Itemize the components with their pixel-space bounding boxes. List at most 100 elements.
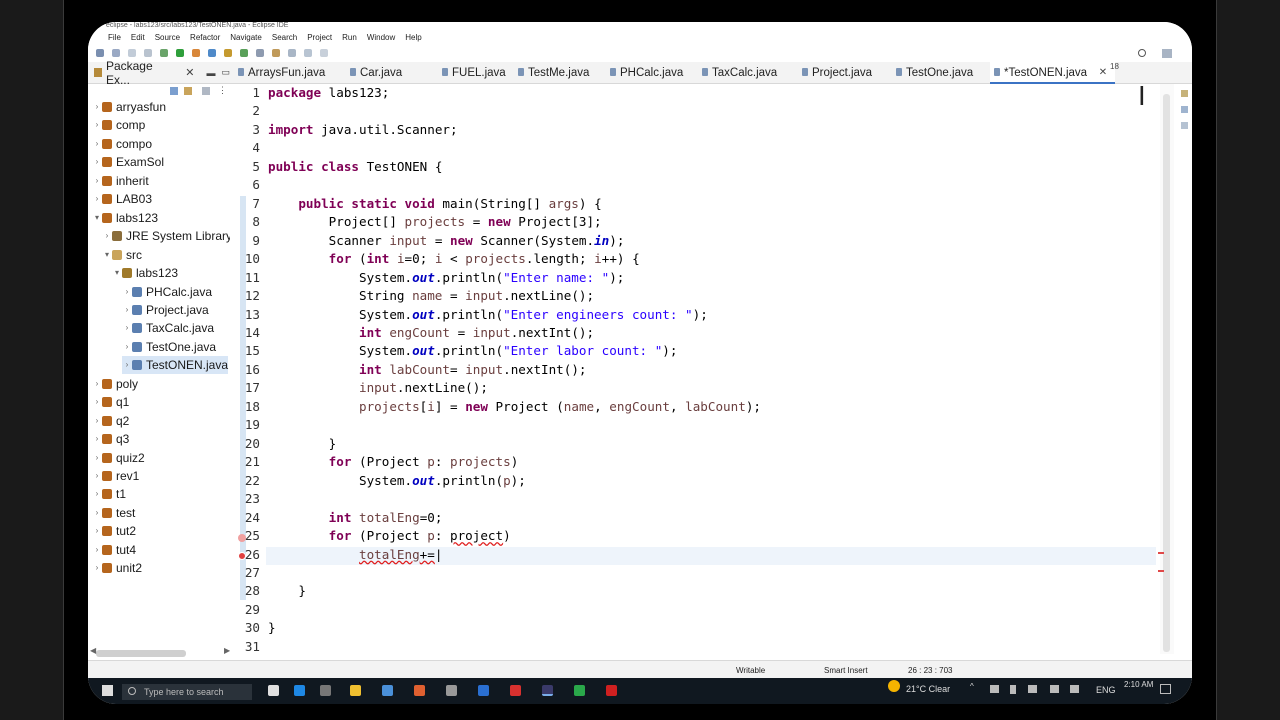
store-icon[interactable] <box>382 685 393 696</box>
expand-chevron-icon[interactable]: › <box>92 467 102 485</box>
expand-chevron-icon[interactable]: › <box>92 135 102 153</box>
tree-item-phcalc-java[interactable]: › PHCalc.java <box>122 283 212 301</box>
tree-item-lab03[interactable]: › LAB03 <box>92 190 152 208</box>
menu-edit[interactable]: Edit <box>131 33 145 42</box>
external-tools-icon[interactable] <box>192 49 200 57</box>
menu-search[interactable]: Search <box>272 33 297 42</box>
editor-tab[interactable]: PHCalc.java <box>610 62 683 84</box>
recorder-icon[interactable] <box>606 685 617 696</box>
code-line[interactable]: totalEng+=| <box>268 547 442 562</box>
volume-icon[interactable] <box>1050 685 1059 693</box>
expand-chevron-icon[interactable]: › <box>92 559 102 577</box>
collapse-all-icon[interactable] <box>170 87 178 95</box>
code-line[interactable]: for (int i=0; i < projects.length; i++) … <box>268 251 640 266</box>
tree-item-labs123[interactable]: ▾ labs123 <box>112 264 178 282</box>
code-line[interactable]: int totalEng=0; <box>268 510 443 525</box>
menu-project[interactable]: Project <box>307 33 332 42</box>
close-tab-icon[interactable]: ✕ <box>1099 62 1107 84</box>
tree-item-comp[interactable]: › comp <box>92 116 146 134</box>
microphone-icon[interactable] <box>1010 685 1016 694</box>
code-area[interactable]: 1 package labs123; 2 3 import java.util.Scan… <box>230 84 1160 654</box>
save-all-icon[interactable] <box>128 49 136 57</box>
expand-chevron-icon[interactable]: › <box>92 172 102 190</box>
tree-item-jre-system-library[interactable]: › JRE System Library <box>102 227 230 245</box>
code-line[interactable]: System.out.println("Enter labor count: "… <box>268 343 677 358</box>
save-icon[interactable] <box>112 49 120 57</box>
expand-chevron-icon[interactable]: › <box>92 116 102 134</box>
tree-item-testone-java[interactable]: › TestOne.java <box>122 338 216 356</box>
menu-refactor[interactable]: Refactor <box>190 33 220 42</box>
code-line[interactable]: System.out.println(p); <box>268 473 526 488</box>
back-icon[interactable] <box>304 49 312 57</box>
tree-item-examsol[interactable]: › ExamSol <box>92 153 164 171</box>
collapse-chevron-icon[interactable]: ▾ <box>112 264 122 282</box>
forward-icon[interactable] <box>320 49 328 57</box>
menu-navigate[interactable]: Navigate <box>230 33 262 42</box>
tree-item-test[interactable]: › test <box>92 504 136 522</box>
print-icon[interactable] <box>144 49 152 57</box>
warning-marker-icon[interactable] <box>238 534 246 542</box>
menu-window[interactable]: Window <box>367 33 395 42</box>
package-explorer-title[interactable]: Package Ex... <box>106 59 171 87</box>
tree-item-unit2[interactable]: › unit2 <box>92 559 142 577</box>
editor-tab[interactable]: TaxCalc.java <box>702 62 777 84</box>
tree-item-src[interactable]: ▾ src <box>102 246 142 264</box>
tab-overflow-count[interactable]: 18 <box>1110 62 1119 71</box>
view-menu-icon[interactable]: ⋮ <box>218 85 227 96</box>
new-java-project-icon[interactable] <box>208 49 216 57</box>
tree-item-rev1[interactable]: › rev1 <box>92 467 140 485</box>
expand-chevron-icon[interactable]: › <box>122 301 132 319</box>
quick-access-search-icon[interactable] <box>1138 49 1146 57</box>
eclipse-taskbar-icon[interactable] <box>542 685 553 696</box>
editor-vertical-scrollbar[interactable] <box>1158 84 1174 654</box>
weather-icon[interactable] <box>888 680 900 692</box>
tree-item-project-java[interactable]: › Project.java <box>122 301 209 319</box>
open-type-icon[interactable] <box>256 49 264 57</box>
scroll-left-icon[interactable]: ◀ <box>90 646 96 655</box>
expand-chevron-icon[interactable]: › <box>92 153 102 171</box>
tree-item-tut4[interactable]: › tut4 <box>92 541 136 559</box>
collapse-chevron-icon[interactable]: ▾ <box>92 209 102 227</box>
debug-icon[interactable] <box>160 49 168 57</box>
tree-item-compo[interactable]: › compo <box>92 135 152 153</box>
filter-icon[interactable] <box>202 87 210 95</box>
camtasia-icon[interactable] <box>574 685 585 696</box>
code-line[interactable]: Scanner input = new Scanner(System.in); <box>268 233 625 248</box>
expand-chevron-icon[interactable]: › <box>92 449 102 467</box>
code-line[interactable]: int engCount = input.nextInt(); <box>268 325 594 340</box>
menu-source[interactable]: Source <box>155 33 180 42</box>
file-explorer-icon[interactable] <box>350 685 361 696</box>
run-icon[interactable] <box>176 49 184 57</box>
start-icon[interactable] <box>102 685 113 696</box>
language-indicator[interactable]: ENG <box>1096 685 1116 695</box>
code-line[interactable]: for (Project p: projects) <box>268 454 519 469</box>
expand-chevron-icon[interactable]: › <box>122 283 132 301</box>
menu-run[interactable]: Run <box>342 33 357 42</box>
editor-tab[interactable]: FUEL.java <box>442 62 506 84</box>
expand-chevron-icon[interactable]: › <box>122 356 132 374</box>
display-icon[interactable] <box>1028 685 1037 693</box>
clock-time[interactable]: 2:10 AM <box>1124 680 1153 689</box>
editor-tab[interactable]: TestOne.java <box>896 62 973 84</box>
notifications-icon[interactable] <box>1160 684 1171 694</box>
maximize-icon[interactable]: ▭ <box>221 67 230 78</box>
editor-tab[interactable]: Project.java <box>802 62 872 84</box>
expand-chevron-icon[interactable]: › <box>92 393 102 411</box>
new-package-icon[interactable] <box>224 49 232 57</box>
code-line[interactable]: for (Project p: project) <box>268 528 511 543</box>
tree-item-labs123[interactable]: ▾ labs123 <box>92 209 158 227</box>
tree-item-testonen-java[interactable]: › TestONEN.java <box>122 356 229 375</box>
tree-item-arryasfun[interactable]: › arryasfun <box>92 98 166 116</box>
code-line[interactable]: public class TestONEN { <box>268 159 442 174</box>
editor-tab[interactable]: ArraysFun.java <box>238 62 325 84</box>
code-line[interactable]: import java.util.Scanner; <box>268 122 458 137</box>
code-line[interactable]: public static void main(String[] args) { <box>268 196 601 211</box>
new-icon[interactable] <box>96 49 104 57</box>
tree-scroll-thumb[interactable] <box>96 650 186 657</box>
annotation-nav-icon[interactable] <box>288 49 296 57</box>
acrobat-icon[interactable] <box>510 685 521 696</box>
code-line[interactable]: } <box>268 436 337 451</box>
overview-error-mark[interactable] <box>1158 552 1164 554</box>
expand-chevron-icon[interactable]: › <box>92 375 102 393</box>
perspective-icon[interactable] <box>1162 49 1172 58</box>
